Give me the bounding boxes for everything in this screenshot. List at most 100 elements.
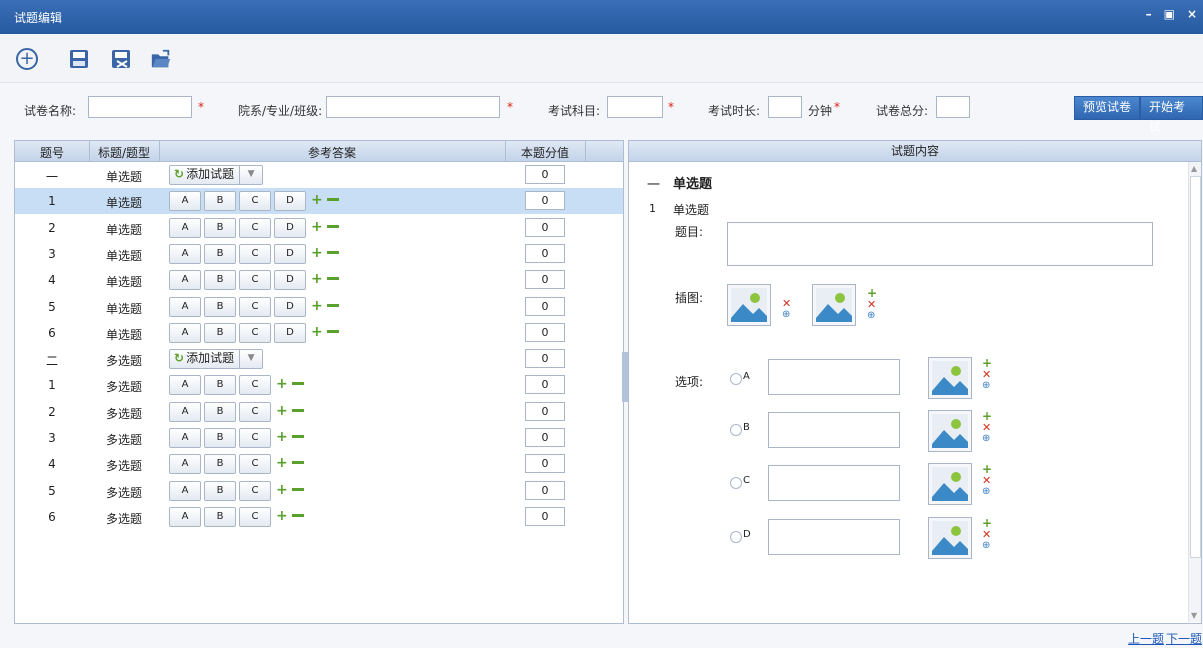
score-input[interactable]: 0: [525, 428, 565, 447]
table-row[interactable]: 6 多选题 A B C +0: [15, 504, 623, 530]
delete-image-icon[interactable]: ✕: [782, 298, 791, 309]
add-option-icon[interactable]: +: [311, 325, 323, 339]
image-placeholder[interactable]: [812, 284, 856, 326]
score-input[interactable]: 0: [525, 506, 565, 526]
answer-option-button[interactable]: B: [204, 375, 236, 396]
table-row[interactable]: 2 单选题 A B C D +0: [15, 215, 623, 241]
option-image-placeholder[interactable]: [928, 357, 972, 399]
answer-option-button[interactable]: B: [204, 401, 236, 422]
zoom-image-icon[interactable]: ⊕: [982, 381, 990, 391]
option-input[interactable]: [768, 359, 900, 395]
add-option-icon[interactable]: +: [311, 299, 323, 313]
add-question-button[interactable]: ↻ 添加试题 ▼: [169, 165, 264, 185]
table-row[interactable]: 6 单选题 A B C D +0: [15, 320, 623, 346]
table-row[interactable]: 5 多选题 A B C +0: [15, 478, 623, 504]
answer-option-button[interactable]: D: [274, 217, 306, 238]
answer-option-button[interactable]: A: [169, 296, 201, 317]
table-row[interactable]: 1 单选题 A B C D +0: [15, 188, 623, 215]
answer-option-button[interactable]: C: [239, 375, 271, 396]
close-button[interactable]: ×: [1187, 7, 1197, 21]
minimize-button[interactable]: –: [1146, 7, 1152, 21]
score-input[interactable]: 0: [525, 296, 565, 316]
score-input[interactable]: 0: [525, 243, 565, 263]
answer-option-button[interactable]: D: [274, 243, 306, 264]
option-image-placeholder[interactable]: [928, 410, 972, 452]
remove-option-icon[interactable]: [292, 408, 304, 412]
answer-option-button[interactable]: C: [239, 506, 271, 527]
delete-image-icon[interactable]: ✕: [982, 369, 991, 380]
start-exam-button[interactable]: 开始考试: [1140, 96, 1203, 134]
answer-option-button[interactable]: C: [239, 243, 271, 264]
remove-option-icon[interactable]: [292, 513, 304, 517]
answer-option-button[interactable]: B: [204, 191, 236, 212]
answer-option-button[interactable]: C: [239, 296, 271, 317]
section-row[interactable]: 二 多选题 ↻ 添加试题 ▼ 0: [15, 346, 623, 372]
answer-option-button[interactable]: D: [274, 270, 306, 291]
delete-image-icon[interactable]: ✕: [982, 422, 991, 433]
table-row[interactable]: 3 单选题 A B C D +0: [15, 241, 623, 267]
save-as-icon[interactable]: [110, 48, 132, 70]
scroll-thumb[interactable]: [1190, 176, 1201, 558]
option-image-placeholder[interactable]: [928, 463, 972, 505]
delete-image-icon[interactable]: ✕: [982, 529, 991, 540]
add-question-button[interactable]: ↻ 添加试题 ▼: [169, 349, 264, 370]
answer-option-button[interactable]: B: [204, 243, 236, 264]
answer-option-button[interactable]: B: [204, 454, 236, 475]
prev-question-link[interactable]: 上一题: [1128, 630, 1164, 647]
option-radio[interactable]: [730, 531, 742, 543]
image-placeholder[interactable]: [727, 284, 771, 326]
add-option-icon[interactable]: +: [311, 272, 323, 286]
maximize-button[interactable]: ▣: [1164, 7, 1175, 21]
dropdown-arrow-icon[interactable]: ▼: [239, 166, 262, 184]
answer-option-button[interactable]: B: [204, 322, 236, 343]
zoom-image-icon[interactable]: ⊕: [982, 434, 990, 444]
remove-option-icon[interactable]: [327, 250, 339, 254]
section-row[interactable]: 一 单选题 ↻ 添加试题 ▼ 0: [15, 162, 623, 188]
answer-option-button[interactable]: C: [239, 480, 271, 501]
score-input[interactable]: 0: [525, 401, 565, 421]
score-input[interactable]: 0: [525, 270, 565, 290]
answer-option-button[interactable]: A: [169, 270, 201, 291]
zoom-image-icon[interactable]: ⊕: [867, 311, 875, 321]
paper-name-input[interactable]: [88, 96, 192, 118]
option-input[interactable]: [768, 519, 900, 555]
scroll-up-icon[interactable]: ▲: [1191, 164, 1197, 173]
zoom-image-icon[interactable]: ⊕: [982, 487, 990, 497]
answer-option-button[interactable]: A: [169, 191, 201, 212]
answer-option-button[interactable]: D: [274, 191, 306, 212]
table-row[interactable]: 3 多选题 A B C +0: [15, 425, 623, 451]
score-input[interactable]: 0: [525, 349, 565, 369]
option-input[interactable]: [768, 412, 900, 448]
zoom-image-icon[interactable]: ⊕: [782, 310, 790, 320]
option-image-placeholder[interactable]: [928, 517, 972, 559]
answer-option-button[interactable]: A: [169, 401, 201, 422]
remove-option-icon[interactable]: [327, 224, 339, 228]
next-question-link[interactable]: 下一题: [1166, 630, 1202, 647]
add-option-icon[interactable]: +: [311, 193, 323, 207]
score-input[interactable]: 0: [525, 454, 565, 474]
open-folder-icon[interactable]: [150, 48, 172, 70]
dept-input[interactable]: [326, 96, 500, 118]
answer-option-button[interactable]: A: [169, 480, 201, 501]
remove-option-icon[interactable]: [292, 461, 304, 465]
answer-option-button[interactable]: A: [169, 243, 201, 264]
table-row[interactable]: 5 单选题 A B C D +0: [15, 294, 623, 320]
add-option-icon[interactable]: +: [276, 404, 288, 418]
answer-option-button[interactable]: B: [204, 506, 236, 527]
delete-image-icon[interactable]: ✕: [867, 299, 876, 310]
answer-option-button[interactable]: C: [239, 322, 271, 343]
add-option-icon[interactable]: +: [276, 509, 288, 523]
remove-option-icon[interactable]: [327, 329, 339, 333]
answer-option-button[interactable]: B: [204, 480, 236, 501]
duration-input[interactable]: [768, 96, 802, 118]
save-icon[interactable]: [68, 48, 90, 70]
dropdown-arrow-icon[interactable]: ▼: [239, 350, 262, 369]
score-input[interactable]: 0: [525, 322, 565, 342]
answer-option-button[interactable]: B: [204, 270, 236, 291]
score-input[interactable]: 0: [525, 165, 565, 184]
answer-option-button[interactable]: A: [169, 322, 201, 343]
remove-option-icon[interactable]: [327, 277, 339, 281]
score-input[interactable]: 0: [525, 191, 565, 211]
delete-image-icon[interactable]: ✕: [982, 475, 991, 486]
total-score-input[interactable]: [936, 96, 970, 118]
